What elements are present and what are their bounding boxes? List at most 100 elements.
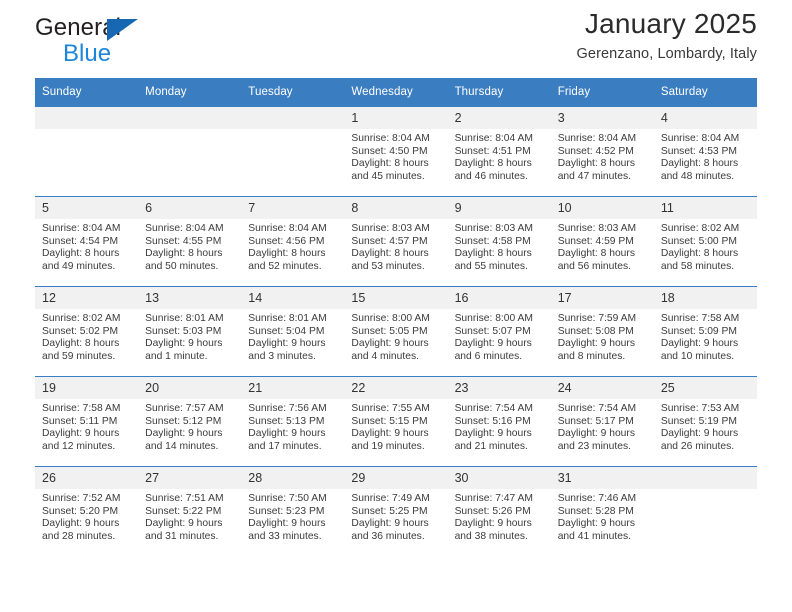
calendar-body: 1 Sunrise: 8:04 AM Sunset: 4:50 PM Daylight… xyxy=(35,106,757,556)
calendar-day-cell[interactable]: 31 Sunrise: 7:46 AM Sunset: 5:28 PM Dayligh… xyxy=(550,466,654,556)
calendar-day-cell[interactable]: 25 Sunrise: 7:53 AM Sunset: 5:19 PM Dayligh… xyxy=(653,376,757,467)
day-number: 2 xyxy=(447,107,551,129)
daylight-text: Daylight: 8 hours xyxy=(248,248,326,260)
day-number: 25 xyxy=(653,377,757,399)
daylight-text: and 52 minutes. xyxy=(248,260,322,272)
day-details: Sunrise: 7:52 AM Sunset: 5:20 PM Daylight:… xyxy=(35,489,138,543)
sunset-text: Sunset: 5:07 PM xyxy=(454,325,531,337)
day-number: 5 xyxy=(35,197,139,219)
calendar-day-cell[interactable]: 4 Sunrise: 8:04 AM Sunset: 4:53 PM Daylight… xyxy=(653,106,757,197)
daylight-text: and 19 minutes. xyxy=(351,440,425,452)
calendar-day-cell[interactable]: 12 Sunrise: 8:02 AM Sunset: 5:02 PM Dayligh… xyxy=(35,286,139,377)
calendar-day-cell[interactable]: 1 Sunrise: 8:04 AM Sunset: 4:50 PM Daylight… xyxy=(344,106,448,197)
sunrise-text: Sunrise: 8:03 AM xyxy=(557,223,637,234)
day-details: Sunrise: 8:04 AM Sunset: 4:53 PM Daylight:… xyxy=(654,129,757,183)
day-details: Sunrise: 8:03 AM Sunset: 4:58 PM Daylight:… xyxy=(448,219,551,273)
calendar-day-cell[interactable]: 26 Sunrise: 7:52 AM Sunset: 5:20 PM Dayligh… xyxy=(35,466,139,556)
daylight-text: Daylight: 9 hours xyxy=(351,518,429,530)
sunrise-text: Sunrise: 7:57 AM xyxy=(145,403,224,414)
calendar-day-cell[interactable]: 3 Sunrise: 8:04 AM Sunset: 4:52 PM Daylight… xyxy=(550,106,654,197)
day-number: 13 xyxy=(138,287,242,309)
calendar-day-cell[interactable]: 6 Sunrise: 8:04 AM Sunset: 4:55 PM Daylight… xyxy=(138,196,242,287)
sunset-text: Sunset: 5:20 PM xyxy=(42,505,119,517)
day-details: Sunrise: 8:01 AM Sunset: 5:03 PM Daylight:… xyxy=(138,309,241,363)
sunset-text: Sunset: 4:52 PM xyxy=(557,145,634,157)
daylight-text: and 41 minutes. xyxy=(557,530,631,542)
sunrise-text: Sunrise: 8:03 AM xyxy=(351,223,430,234)
day-number: 15 xyxy=(344,287,448,309)
generalblue-logo[interactable]: General Blue xyxy=(35,14,265,70)
daylight-text: and 21 minutes. xyxy=(454,440,528,452)
calendar-day-cell[interactable]: 17 Sunrise: 7:59 AM Sunset: 5:08 PM Dayligh… xyxy=(550,286,654,377)
day-number: 29 xyxy=(344,467,448,489)
daylight-text: and 36 minutes. xyxy=(351,530,425,542)
daylight-text: and 3 minutes. xyxy=(248,350,316,362)
calendar-day-cell[interactable]: 19 Sunrise: 7:58 AM Sunset: 5:11 PM Dayligh… xyxy=(35,376,139,467)
calendar-day-cell[interactable]: 10 Sunrise: 8:03 AM Sunset: 4:59 PM Dayligh… xyxy=(550,196,654,287)
calendar-day-cell[interactable]: 21 Sunrise: 7:56 AM Sunset: 5:13 PM Dayligh… xyxy=(241,376,345,467)
daylight-text: Daylight: 9 hours xyxy=(454,518,532,530)
day-number: 9 xyxy=(447,197,551,219)
daylight-text: Daylight: 9 hours xyxy=(42,518,120,530)
day-number: 14 xyxy=(241,287,345,309)
sunset-text: Sunset: 5:00 PM xyxy=(660,235,737,247)
daylight-text: and 23 minutes. xyxy=(557,440,631,452)
weekday-header-friday: Friday xyxy=(550,78,654,107)
calendar-day-cell[interactable]: 29 Sunrise: 7:49 AM Sunset: 5:25 PM Dayligh… xyxy=(344,466,448,556)
daylight-text: and 53 minutes. xyxy=(351,260,425,272)
daylight-text: Daylight: 8 hours xyxy=(42,248,120,260)
calendar-day-cell[interactable]: 15 Sunrise: 8:00 AM Sunset: 5:05 PM Dayligh… xyxy=(344,286,448,377)
calendar-day-cell[interactable]: 11 Sunrise: 8:02 AM Sunset: 5:00 PM Dayligh… xyxy=(653,196,757,287)
day-details xyxy=(138,129,241,133)
weekday-header-tuesday: Tuesday xyxy=(241,78,345,107)
weekday-header-sunday: Sunday xyxy=(35,78,139,107)
daylight-text: Daylight: 9 hours xyxy=(248,428,326,440)
sunset-text: Sunset: 5:16 PM xyxy=(454,415,531,427)
daylight-text: Daylight: 8 hours xyxy=(454,248,532,260)
sunset-text: Sunset: 4:54 PM xyxy=(42,235,119,247)
calendar-week-row: 12 Sunrise: 8:02 AM Sunset: 5:02 PM Dayligh… xyxy=(35,286,757,377)
calendar-day-cell[interactable]: 28 Sunrise: 7:50 AM Sunset: 5:23 PM Dayligh… xyxy=(241,466,345,556)
day-number: 21 xyxy=(241,377,345,399)
day-number: 1 xyxy=(344,107,448,129)
calendar-day-cell[interactable]: 18 Sunrise: 7:58 AM Sunset: 5:09 PM Dayligh… xyxy=(653,286,757,377)
calendar-day-cell[interactable]: 7 Sunrise: 8:04 AM Sunset: 4:56 PM Daylight… xyxy=(241,196,345,287)
calendar-week-row: 26 Sunrise: 7:52 AM Sunset: 5:20 PM Dayligh… xyxy=(35,466,757,556)
day-details: Sunrise: 7:49 AM Sunset: 5:25 PM Daylight:… xyxy=(344,489,447,543)
day-number: 27 xyxy=(138,467,242,489)
calendar-day-cell[interactable]: 30 Sunrise: 7:47 AM Sunset: 5:26 PM Dayligh… xyxy=(447,466,551,556)
daylight-text: Daylight: 9 hours xyxy=(660,428,739,440)
calendar-day-cell[interactable]: 20 Sunrise: 7:57 AM Sunset: 5:12 PM Dayligh… xyxy=(138,376,242,467)
day-number xyxy=(241,107,345,129)
calendar-day-cell[interactable]: 14 Sunrise: 8:01 AM Sunset: 5:04 PM Dayligh… xyxy=(241,286,345,377)
daylight-text: Daylight: 9 hours xyxy=(145,428,223,440)
sunset-text: Sunset: 4:57 PM xyxy=(351,235,428,247)
calendar-day-cell[interactable]: 16 Sunrise: 8:00 AM Sunset: 5:07 PM Dayligh… xyxy=(447,286,551,377)
day-number: 4 xyxy=(653,107,757,129)
daylight-text: and 49 minutes. xyxy=(42,260,116,272)
day-details: Sunrise: 8:04 AM Sunset: 4:56 PM Daylight:… xyxy=(241,219,344,273)
sunrise-text: Sunrise: 7:58 AM xyxy=(660,313,740,324)
sunrise-sunset-calendar: Sunday Monday Tuesday Wednesday Thursday… xyxy=(35,78,757,556)
calendar-day-cell[interactable]: 23 Sunrise: 7:54 AM Sunset: 5:16 PM Dayligh… xyxy=(447,376,551,467)
calendar-day-cell[interactable]: 9 Sunrise: 8:03 AM Sunset: 4:58 PM Daylight… xyxy=(447,196,551,287)
daylight-text: and 50 minutes. xyxy=(145,260,219,272)
calendar-day-cell[interactable]: 13 Sunrise: 8:01 AM Sunset: 5:03 PM Dayligh… xyxy=(138,286,242,377)
calendar-day-cell[interactable]: 8 Sunrise: 8:03 AM Sunset: 4:57 PM Daylight… xyxy=(344,196,448,287)
calendar-day-cell-empty xyxy=(35,106,139,197)
day-number: 6 xyxy=(138,197,242,219)
calendar-day-cell[interactable]: 24 Sunrise: 7:54 AM Sunset: 5:17 PM Dayligh… xyxy=(550,376,654,467)
calendar-day-cell[interactable]: 22 Sunrise: 7:55 AM Sunset: 5:15 PM Dayligh… xyxy=(344,376,448,467)
daylight-text: Daylight: 8 hours xyxy=(42,338,120,350)
sunrise-text: Sunrise: 8:02 AM xyxy=(42,313,121,324)
daylight-text: Daylight: 8 hours xyxy=(454,158,532,170)
day-number: 11 xyxy=(653,197,757,219)
calendar-day-cell[interactable]: 5 Sunrise: 8:04 AM Sunset: 4:54 PM Daylight… xyxy=(35,196,139,287)
daylight-text: Daylight: 9 hours xyxy=(42,428,120,440)
day-number: 16 xyxy=(447,287,551,309)
day-number: 23 xyxy=(447,377,551,399)
calendar-day-cell[interactable]: 27 Sunrise: 7:51 AM Sunset: 5:22 PM Dayligh… xyxy=(138,466,242,556)
daylight-text: Daylight: 8 hours xyxy=(351,248,429,260)
calendar-day-cell[interactable]: 2 Sunrise: 8:04 AM Sunset: 4:51 PM Daylight… xyxy=(447,106,551,197)
daylight-text: Daylight: 9 hours xyxy=(351,428,429,440)
